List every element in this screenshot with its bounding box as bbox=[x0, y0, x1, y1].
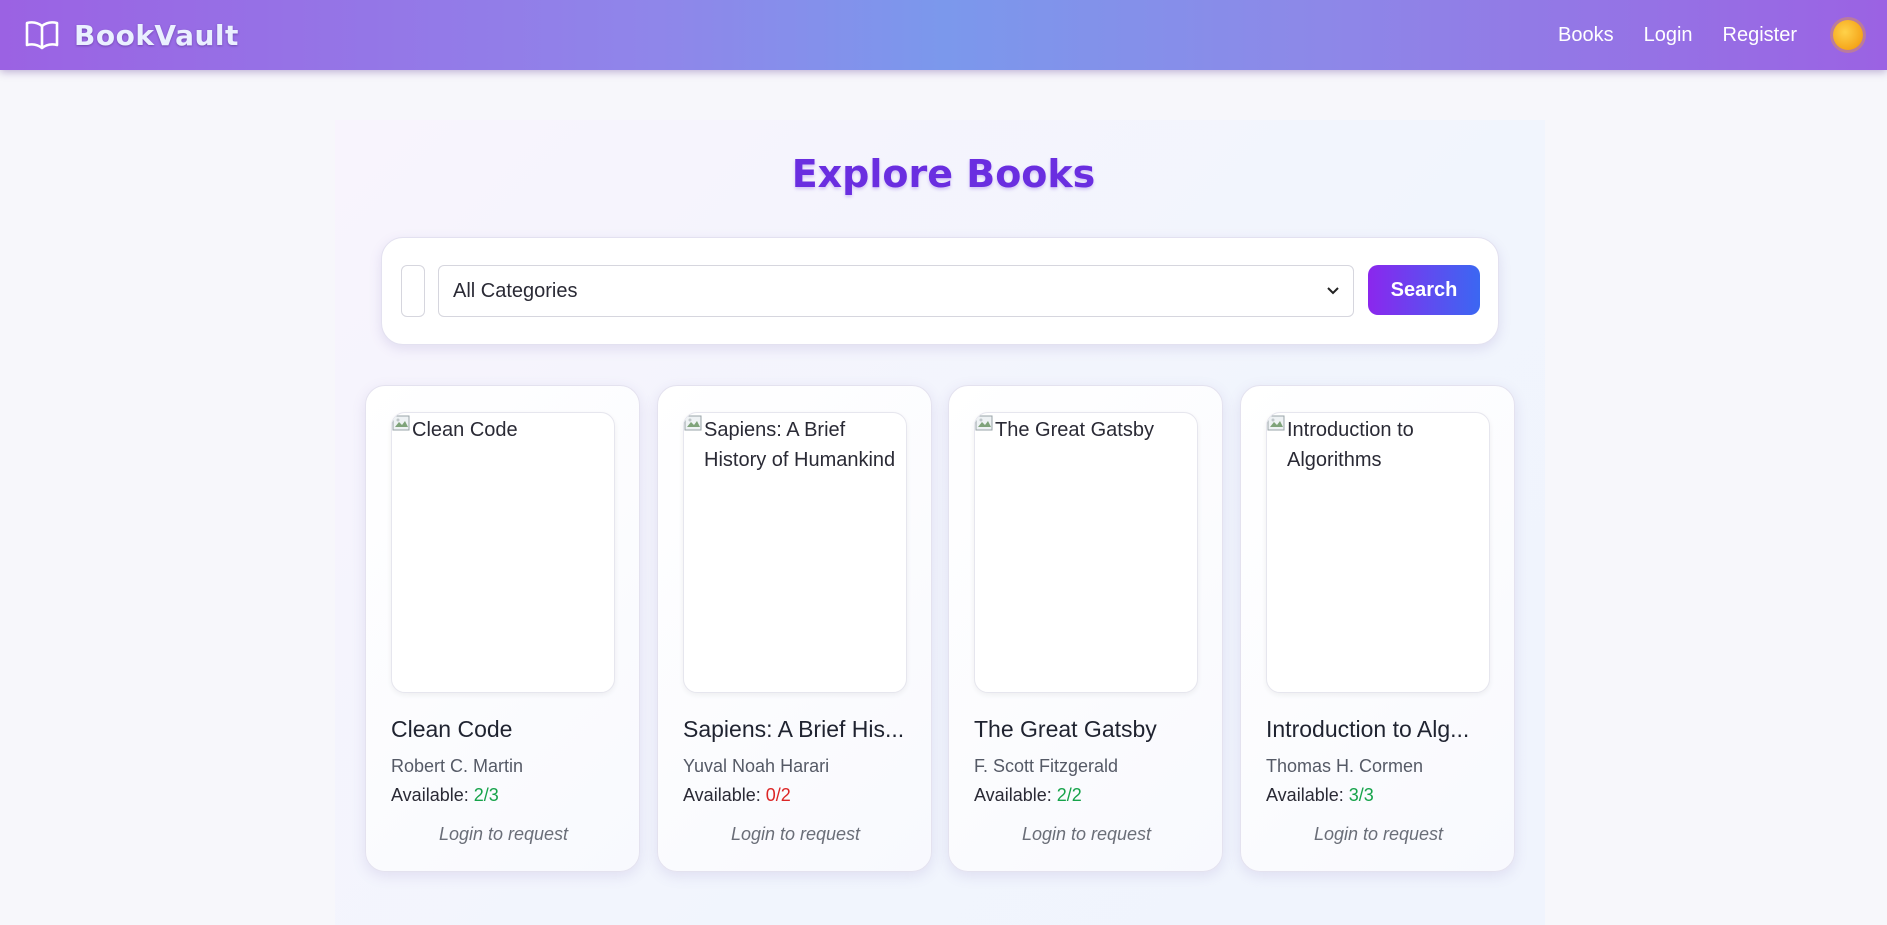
broken-image-icon bbox=[392, 415, 412, 433]
book-title[interactable]: Introduction to Alg... bbox=[1266, 716, 1496, 743]
book-author: F. Scott Fitzgerald bbox=[974, 756, 1119, 776]
login-to-request[interactable]: Login to request bbox=[1241, 824, 1516, 845]
sun-icon[interactable] bbox=[1833, 20, 1863, 50]
open-book-icon bbox=[24, 17, 60, 53]
chevron-down-icon bbox=[1327, 282, 1339, 300]
availability: Available: 0/2 bbox=[683, 785, 791, 806]
page-title: Explore Books bbox=[791, 152, 1096, 196]
book-cover[interactable]: Introduction to Algorithms bbox=[1266, 412, 1490, 693]
book-cover[interactable]: Sapiens: A Brief History of Humankind bbox=[683, 412, 907, 693]
broken-image-icon bbox=[975, 415, 995, 433]
availability-count: 3/3 bbox=[1348, 785, 1374, 805]
nav-link-register[interactable]: Register bbox=[1723, 24, 1797, 47]
broken-image-icon bbox=[1267, 415, 1287, 433]
book-author: Thomas H. Cormen bbox=[1266, 756, 1424, 776]
availability-count: 2/2 bbox=[1056, 785, 1082, 805]
brand-name: BookVault bbox=[74, 18, 239, 52]
availability: Available: 2/2 bbox=[974, 785, 1082, 806]
book-title[interactable]: Sapiens: A Brief His... bbox=[683, 716, 913, 743]
book-cover-alt: The Great Gatsby bbox=[995, 419, 1154, 441]
book-author: Robert C. Martin bbox=[391, 756, 524, 776]
nav-link-login[interactable]: Login bbox=[1644, 24, 1693, 47]
book-card[interactable]: Introduction to Algorithms Introduction … bbox=[1240, 385, 1515, 872]
top-navbar: BookVault Books Login Register bbox=[0, 0, 1887, 70]
book-cover[interactable]: Clean Code bbox=[391, 412, 615, 693]
brand[interactable]: BookVault bbox=[24, 17, 239, 53]
book-cover-alt: Clean Code bbox=[412, 419, 518, 441]
category-select[interactable]: All Categories bbox=[438, 265, 1354, 317]
availability: Available: 2/3 bbox=[391, 785, 499, 806]
search-button[interactable]: Search bbox=[1368, 265, 1480, 315]
nav-link-books[interactable]: Books bbox=[1558, 24, 1614, 47]
availability-count: 2/3 bbox=[473, 785, 499, 805]
availability-label: Available: bbox=[683, 785, 761, 805]
search-input[interactable] bbox=[401, 265, 425, 317]
availability: Available: 3/3 bbox=[1266, 785, 1374, 806]
book-cover-alt: Introduction to Algorithms bbox=[1287, 419, 1414, 471]
category-select-value: All Categories bbox=[453, 279, 578, 302]
book-cover-alt: Sapiens: A Brief History of Humankind bbox=[704, 419, 896, 471]
book-card[interactable]: Sapiens: A Brief History of Humankind Sa… bbox=[657, 385, 932, 872]
book-cover[interactable]: The Great Gatsby bbox=[974, 412, 1198, 693]
book-card[interactable]: Clean Code Clean Code Robert C. Martin A… bbox=[365, 385, 640, 872]
availability-label: Available: bbox=[1266, 785, 1344, 805]
book-author: Yuval Noah Harari bbox=[683, 756, 830, 776]
login-to-request[interactable]: Login to request bbox=[949, 824, 1224, 845]
nav-links: Books Login Register bbox=[1558, 20, 1863, 50]
broken-image-icon bbox=[684, 415, 704, 433]
login-to-request[interactable]: Login to request bbox=[658, 824, 933, 845]
book-title[interactable]: The Great Gatsby bbox=[974, 716, 1204, 743]
login-to-request[interactable]: Login to request bbox=[366, 824, 641, 845]
availability-count: 0/2 bbox=[765, 785, 791, 805]
availability-label: Available: bbox=[391, 785, 469, 805]
availability-label: Available: bbox=[974, 785, 1052, 805]
search-card: All Categories Search bbox=[381, 237, 1499, 345]
book-title[interactable]: Clean Code bbox=[391, 716, 621, 743]
book-card[interactable]: The Great Gatsby The Great Gatsby F. Sco… bbox=[948, 385, 1223, 872]
